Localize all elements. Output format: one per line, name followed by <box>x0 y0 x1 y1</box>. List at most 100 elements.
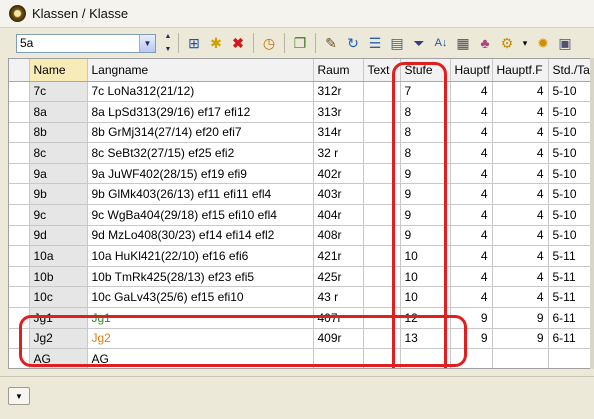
cell-hauptf[interactable]: 4 <box>450 81 493 103</box>
cell-hauptf[interactable]: 9 <box>450 328 493 350</box>
cell-stufe[interactable]: 7 <box>400 81 451 103</box>
cell-stufe[interactable]: 13 <box>400 328 451 350</box>
cell-text[interactable] <box>363 122 401 144</box>
cell-hauptf-f[interactable]: 4 <box>492 81 549 103</box>
row-indicator[interactable] <box>9 142 30 164</box>
cell-langname[interactable]: 10b TmRk425(28/13) ef23 efi5 <box>87 266 314 288</box>
cell-raum[interactable]: 312r <box>313 81 364 103</box>
row-indicator[interactable] <box>9 81 30 103</box>
cell-name[interactable]: 8b <box>29 122 88 144</box>
cell-langname[interactable]: 9b GlMk403(26/13) ef11 efi11 efl4 <box>87 183 314 206</box>
cell-std[interactable]: 5-10 <box>548 183 593 206</box>
table-row[interactable]: 8a 8a LpSd313(29/16) ef17 efi12 313r 8 4 4 5-1… <box>9 101 593 123</box>
cell-name[interactable]: Jg2 <box>29 328 88 350</box>
bottom-dropdown-icon[interactable]: ▼ <box>8 387 30 405</box>
row-indicator[interactable] <box>9 163 30 185</box>
settings-icon[interactable]: ⚙ <box>496 32 518 54</box>
cell-hauptf[interactable]: 4 <box>450 142 493 164</box>
cell-raum[interactable]: 408r <box>313 225 364 247</box>
cell-langname[interactable]: 10c GaLv43(25/6) ef15 efi10 <box>87 286 314 309</box>
cell-langname[interactable]: 8a LpSd313(29/16) ef17 efi12 <box>87 101 314 123</box>
table-row[interactable]: 8b 8b GrMj314(27/14) ef20 efi7 314r 8 4 4 5-10 <box>9 122 593 144</box>
spin-down-icon[interactable]: ▼ <box>165 46 172 53</box>
cell-stufe[interactable] <box>400 348 451 368</box>
row-indicator[interactable] <box>9 245 30 267</box>
cell-std[interactable]: 5-10 <box>548 81 593 103</box>
cell-raum[interactable]: 404r <box>313 204 364 226</box>
row-indicator[interactable] <box>9 204 30 226</box>
row-indicator[interactable] <box>9 225 30 247</box>
cell-text[interactable] <box>363 225 401 247</box>
cell-hauptf-f[interactable]: 4 <box>492 163 549 185</box>
clock-icon[interactable]: ◷ <box>258 32 280 54</box>
settings-dropdown-icon[interactable]: ▾ <box>518 32 532 54</box>
cell-hauptf-f[interactable]: 4 <box>492 101 549 123</box>
cell-std[interactable]: 6-11 <box>548 328 593 350</box>
cell-raum[interactable]: 32 r <box>313 142 364 164</box>
table-row[interactable]: 10c 10c GaLv43(25/6) ef15 efi10 43 r 10 4 4 5-… <box>9 286 593 309</box>
row-indicator[interactable] <box>9 348 30 368</box>
cell-hauptf-f[interactable]: 4 <box>492 245 549 267</box>
class-selector-value[interactable]: 5a <box>17 36 139 50</box>
table-row[interactable]: Jg1 Jg1 407r 12 9 9 6-11 <box>9 307 593 329</box>
column-header-hauptf-f[interactable]: Hauptf.F <box>492 59 549 82</box>
cell-name[interactable]: 9a <box>29 163 88 185</box>
cell-stufe[interactable]: 8 <box>400 142 451 164</box>
table-row[interactable]: 9d 9d MzLo408(30/23) ef14 efi14 efl2 408r 9… <box>9 225 593 247</box>
table-row[interactable]: 9b 9b GlMk403(26/13) ef11 efi11 efl4 403r 9… <box>9 183 593 206</box>
cell-stufe[interactable]: 10 <box>400 266 451 288</box>
cell-stufe[interactable]: 10 <box>400 245 451 267</box>
cell-name[interactable]: 8c <box>29 142 88 164</box>
cell-name[interactable]: 10a <box>29 245 88 267</box>
save-icon[interactable]: ▣ <box>554 32 576 54</box>
cell-langname[interactable]: AG <box>87 348 314 368</box>
column-header-text[interactable]: Text <box>363 59 401 82</box>
cell-langname[interactable]: 8b GrMj314(27/14) ef20 efi7 <box>87 122 314 144</box>
cell-hauptf[interactable]: 4 <box>450 204 493 226</box>
record-spinner[interactable]: ▲ ▼ <box>162 33 174 53</box>
cell-text[interactable] <box>363 142 401 164</box>
cell-name[interactable]: 9d <box>29 225 88 247</box>
row-indicator[interactable] <box>9 101 30 123</box>
row-indicator[interactable] <box>9 307 30 329</box>
classes-grid[interactable]: Name Langname Raum Text Stufe Hauptf Hau… <box>8 58 594 369</box>
row-indicator[interactable] <box>9 266 30 288</box>
cell-text[interactable] <box>363 204 401 226</box>
sort-icon[interactable]: A↓ <box>430 32 452 54</box>
table-row[interactable]: 10a 10a HuKl421(22/10) ef16 efi6 421r 10 4 4 5… <box>9 245 593 267</box>
cell-stufe[interactable]: 10 <box>400 286 451 309</box>
cell-std[interactable]: 5-11 <box>548 286 593 309</box>
copy-icon[interactable]: ❐ <box>289 32 311 54</box>
cell-raum[interactable]: 313r <box>313 101 364 123</box>
cell-text[interactable] <box>363 348 401 368</box>
column-header-name[interactable]: Name <box>29 59 88 82</box>
cell-hauptf-f[interactable]: 4 <box>492 225 549 247</box>
fields-icon[interactable]: ▦ <box>452 32 474 54</box>
cell-raum[interactable]: 43 r <box>313 286 364 309</box>
table-row[interactable]: 9c 9c WgBa404(29/18) ef15 efi10 efl4 404r 9… <box>9 204 593 226</box>
cell-hauptf-f[interactable] <box>492 348 549 368</box>
cell-raum[interactable]: 407r <box>313 307 364 329</box>
table-row[interactable]: 10b 10b TmRk425(28/13) ef23 efi5 425r 10 4 4 5… <box>9 266 593 288</box>
refresh-icon[interactable]: ↻ <box>342 32 364 54</box>
column-header-langname[interactable]: Langname <box>87 59 314 82</box>
cell-hauptf-f[interactable]: 4 <box>492 204 549 226</box>
cell-langname[interactable]: Jg1 <box>87 307 314 329</box>
cell-raum[interactable]: 402r <box>313 163 364 185</box>
cell-langname[interactable]: 10a HuKl421(22/10) ef16 efi6 <box>87 245 314 267</box>
new-record-icon[interactable]: ✱ <box>205 32 227 54</box>
cell-name[interactable]: 10b <box>29 266 88 288</box>
cell-raum[interactable]: 314r <box>313 122 364 144</box>
cell-stufe[interactable]: 9 <box>400 163 451 185</box>
filter-icon[interactable]: ⏷ <box>408 32 430 54</box>
cell-stufe[interactable]: 12 <box>400 307 451 329</box>
cell-langname[interactable]: 9c WgBa404(29/18) ef15 efi10 efl4 <box>87 204 314 226</box>
cell-name[interactable]: 9b <box>29 183 88 206</box>
cell-text[interactable] <box>363 101 401 123</box>
cell-std[interactable]: 5-11 <box>548 266 593 288</box>
cell-text[interactable] <box>363 183 401 206</box>
cell-hauptf-f[interactable]: 4 <box>492 266 549 288</box>
cell-langname[interactable]: 9d MzLo408(30/23) ef14 efi14 efl2 <box>87 225 314 247</box>
cell-text[interactable] <box>363 328 401 350</box>
users-icon[interactable]: ♣ <box>474 32 496 54</box>
